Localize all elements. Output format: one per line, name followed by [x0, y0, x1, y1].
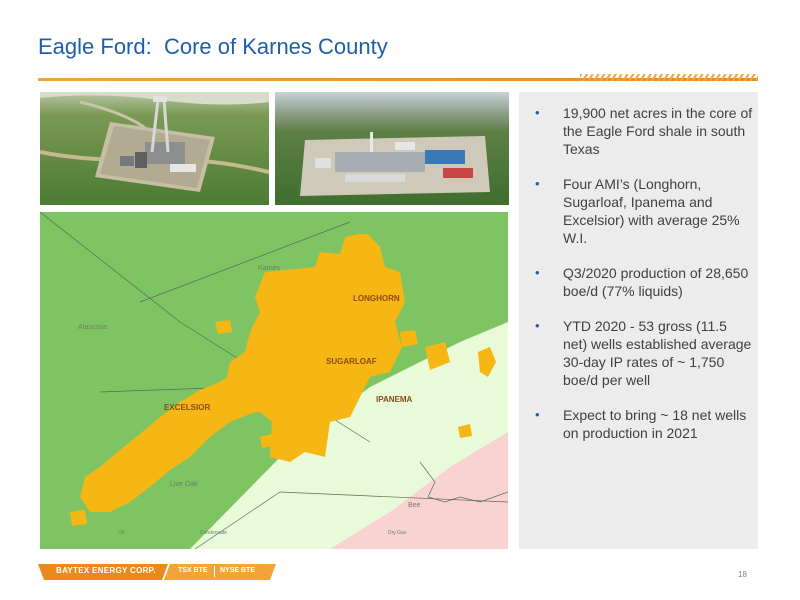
county-label-atascosa: Atascosa [78, 324, 107, 331]
well-pad-photo [275, 92, 509, 205]
county-label-bee: Bee [408, 502, 421, 509]
nyse-ticker: NYSE BTE [220, 567, 256, 574]
highlights-panel: • 19,900 net acres in the core of the Eag… [519, 92, 758, 549]
legend-dry-gas: Dry Gas [388, 530, 407, 536]
area-label-ipanema: IPANEMA [376, 395, 413, 404]
rig-photo [40, 92, 269, 205]
list-item: • 19,900 net acres in the core of the Eag… [535, 105, 753, 157]
county-label-karnes: Karnes [258, 265, 281, 272]
legend-oil: Oil [118, 530, 124, 536]
list-item: • YTD 2020 - 53 gross (11.5 net) wells es… [535, 318, 752, 388]
area-label-excelsior: EXCELSIOR [164, 403, 210, 412]
acreage-map: Karnes Atascosa Live Oak Bee LONGHORN SU… [40, 212, 508, 549]
list-item: • Q3/2020 production of 28,650 boe/d (77%… [535, 265, 749, 299]
footer-bar: BAYTEX ENERGY CORP. TSX BTE NYSE BTE [38, 564, 278, 580]
page-title: Eagle Ford: Core of Karnes County [38, 34, 388, 59]
list-item: • Four AMI’s (Longhorn, Sugarloaf, Ipanem… [535, 176, 740, 246]
bullet-icon: • [535, 407, 540, 422]
ticker-divider [214, 566, 215, 577]
bullet-icon: • [535, 176, 540, 191]
bullet-icon: • [535, 105, 540, 120]
company-name: BAYTEX ENERGY CORP. [56, 566, 156, 575]
tsx-ticker: TSX BTE [178, 567, 208, 574]
list-item: • Expect to bring ~ 18 net wells on produ… [535, 407, 747, 441]
title-rule-hatch [580, 74, 758, 81]
bullet-icon: • [535, 265, 540, 280]
page-number: 18 [738, 570, 747, 579]
legend-condensate: Condensate [200, 530, 227, 536]
county-label-live-oak: Live Oak [170, 481, 198, 488]
bullet-icon: • [535, 318, 540, 333]
area-label-sugarloaf: SUGARLOAF [326, 357, 377, 366]
area-label-longhorn: LONGHORN [353, 294, 400, 303]
highlights-list: • 19,900 net acres in the core of the Eag… [535, 104, 753, 459]
